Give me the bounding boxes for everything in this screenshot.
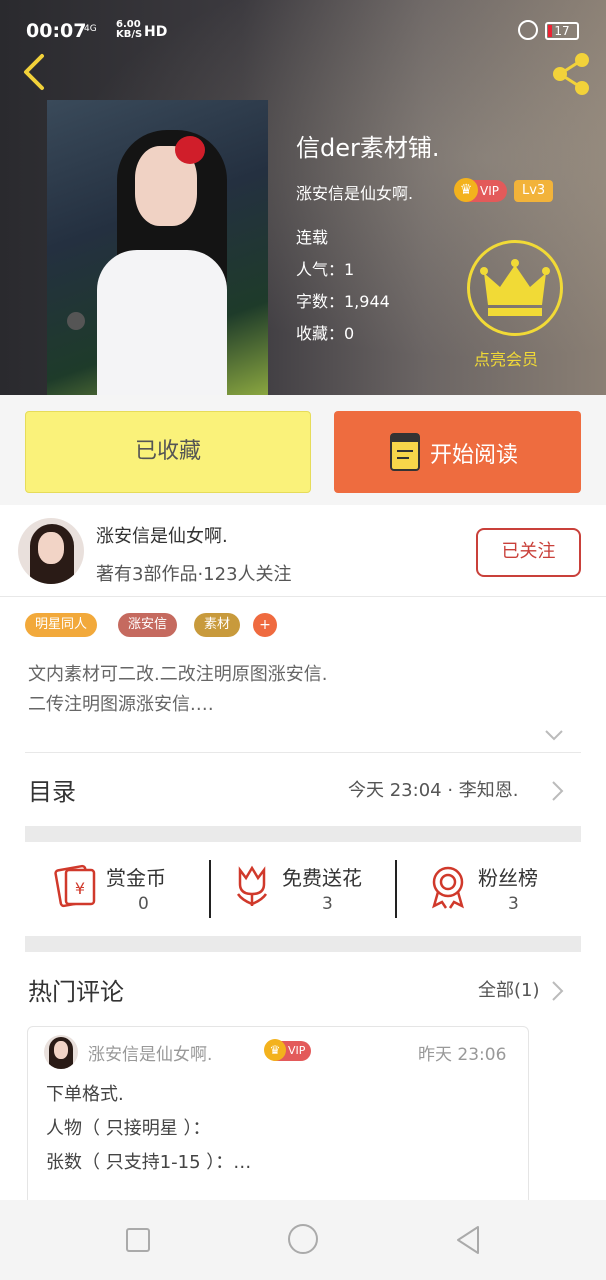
medal-icon xyxy=(432,866,464,909)
divider xyxy=(395,860,397,918)
comment-line: 下单格式. xyxy=(46,1084,124,1105)
start-reading-label: 开始阅读 xyxy=(430,443,519,468)
divider xyxy=(25,752,581,753)
recent-apps-icon[interactable] xyxy=(126,1228,150,1252)
book-title: 信der素材铺. xyxy=(296,134,440,162)
book-favorites: 收藏：0 xyxy=(296,324,355,343)
tag-author[interactable]: 涨安信 xyxy=(118,613,178,637)
comment-line: 人物（ 只接明星 ）： xyxy=(46,1118,211,1139)
comment-time: 昨天 23:06 xyxy=(418,1045,507,1065)
section-separator xyxy=(25,826,581,842)
start-reading-button[interactable]: 开始阅读 xyxy=(334,411,581,493)
commenter-vip-badge: VIP xyxy=(263,1039,312,1061)
reward-coins-value: 0 xyxy=(138,894,149,914)
free-flowers-item[interactable]: 免费送花 3 xyxy=(230,858,390,918)
chevron-right-icon[interactable] xyxy=(550,780,564,802)
crown-icon xyxy=(480,259,550,316)
network-speed: 6.00 KB/S xyxy=(116,19,143,40)
toc-label[interactable]: 目录 xyxy=(28,772,76,807)
book-author[interactable]: 涨安信是仙女啊. xyxy=(296,180,413,204)
tag-celebrity-fanfic[interactable]: 明星同人 xyxy=(25,613,98,637)
divider xyxy=(0,596,606,597)
member-label[interactable]: 点亮会员 xyxy=(474,346,538,370)
book-cover-image[interactable] xyxy=(47,100,268,395)
book-status: 连载 xyxy=(296,228,329,247)
fan-ranking-label: 粉丝榜 xyxy=(478,866,538,890)
free-flowers-value: 3 xyxy=(322,894,333,914)
member-crown-button[interactable] xyxy=(467,240,563,336)
battery-icon: 17 xyxy=(545,22,579,40)
status-time: 00:07 xyxy=(26,20,87,42)
add-tag-button[interactable]: + xyxy=(253,613,277,637)
hot-comments-label: 热门评论 xyxy=(28,978,124,1006)
hd-icon: HD xyxy=(144,24,168,40)
red-envelope-icon: ¥ xyxy=(54,864,96,908)
writer-name[interactable]: 涨安信是仙女啊. xyxy=(96,522,228,548)
commenter-avatar[interactable] xyxy=(44,1035,78,1069)
follow-button[interactable]: 已关注 xyxy=(476,528,581,577)
commenter-name[interactable]: 涨安信是仙女啊. xyxy=(88,1040,212,1065)
writer-avatar[interactable] xyxy=(18,518,84,584)
back-icon[interactable] xyxy=(16,52,56,92)
flower-icon xyxy=(236,865,268,906)
section-separator xyxy=(25,936,581,952)
status-bar: 00:07 4G 6.00 KB/S HD 17 xyxy=(0,0,606,60)
fan-ranking-value: 3 xyxy=(508,894,519,914)
svg-text:¥: ¥ xyxy=(75,879,85,898)
signal-icon: 4G xyxy=(84,24,97,34)
all-comments-link[interactable]: 全部(1) xyxy=(478,976,540,1002)
book-word-count: 字数：1,944 xyxy=(296,292,390,311)
book-icon xyxy=(390,433,420,471)
vip-badge: VIP xyxy=(454,178,507,202)
writer-stats: 著有3部作品·123人关注 xyxy=(96,564,292,585)
comment-line: 张数（ 只支持1-15 ）：… xyxy=(46,1152,252,1173)
book-description: 文内素材可二改.二改注明原图涨安信. 二传注明图源涨安信.… xyxy=(28,664,328,715)
book-popularity: 人气：1 xyxy=(296,260,355,279)
chevron-down-icon[interactable] xyxy=(544,728,564,742)
back-triangle-icon[interactable] xyxy=(454,1224,482,1256)
collected-button[interactable]: 已收藏 xyxy=(25,411,311,493)
free-flowers-label: 免费送花 xyxy=(282,866,362,890)
reward-coins-label: 赏金币 xyxy=(106,866,166,890)
share-icon[interactable] xyxy=(548,52,594,96)
rotation-lock-icon xyxy=(518,20,538,40)
level-badge: Lv3 xyxy=(514,180,554,202)
tag-material[interactable]: 素材 xyxy=(194,613,241,637)
reward-coins-item[interactable]: ¥ 赏金币 0 xyxy=(52,858,202,918)
fan-ranking-item[interactable]: 粉丝榜 3 xyxy=(426,858,576,918)
toc-latest-chapter[interactable]: 今天 23:04 · 李知恩. xyxy=(348,776,518,802)
chevron-right-icon[interactable] xyxy=(550,980,564,1002)
home-icon[interactable] xyxy=(288,1224,318,1254)
divider xyxy=(209,860,211,918)
